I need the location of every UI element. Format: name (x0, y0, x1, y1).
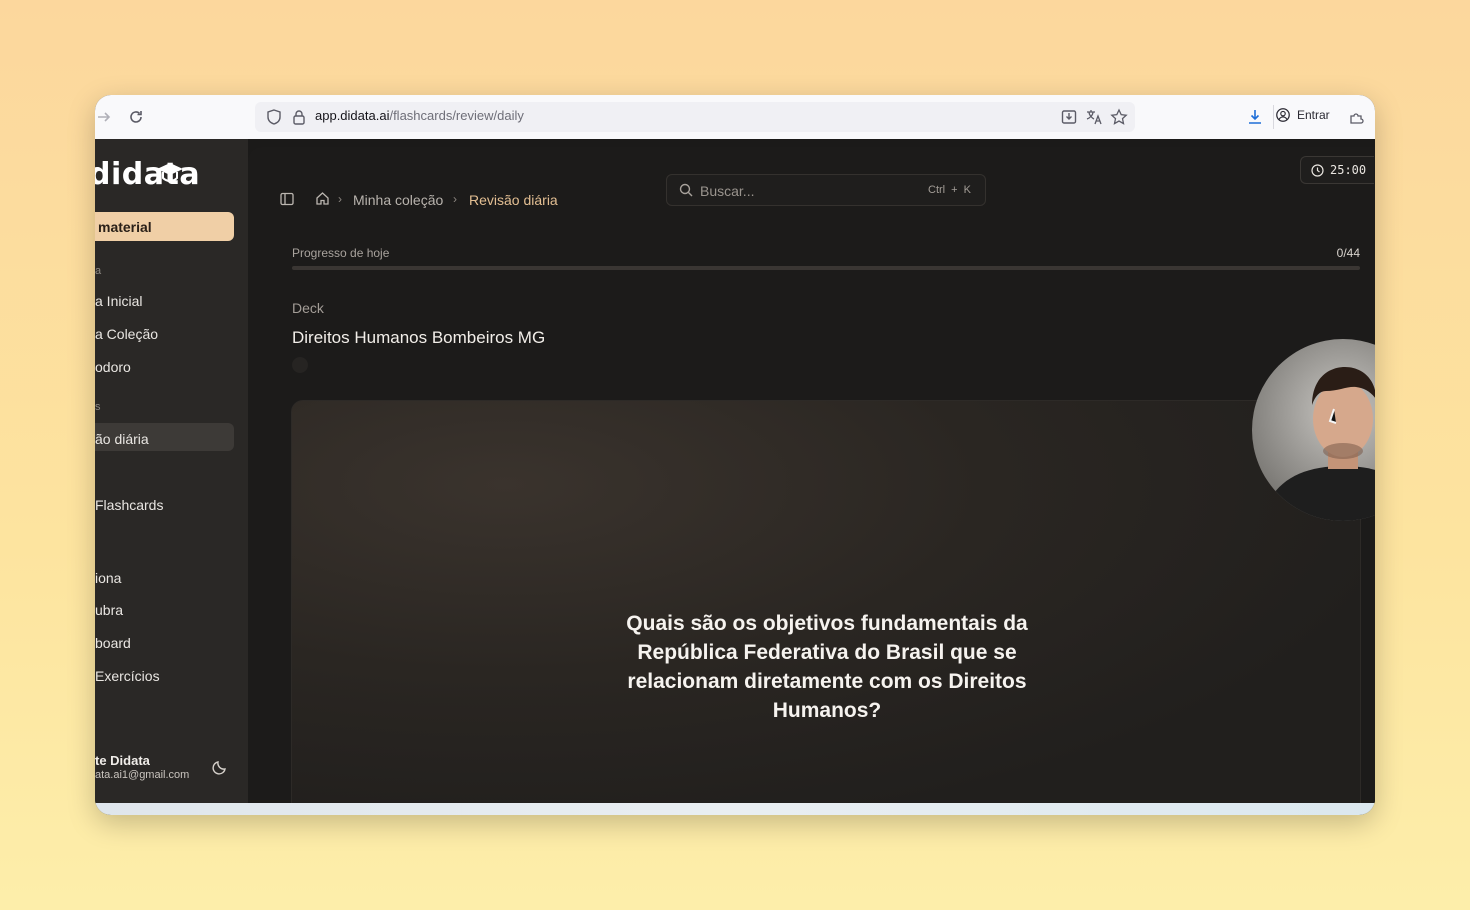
sidebar-item-flashcards[interactable]: Flashcards (95, 497, 163, 513)
sidebar-item-tool-2[interactable]: ubra (95, 602, 123, 618)
breadcrumb-daily-review: Revisão diária (469, 192, 558, 208)
account-icon (1276, 108, 1290, 122)
sidebar-item-pomodoro[interactable]: odoro (95, 359, 131, 375)
url-text[interactable]: app.didata.ai/flashcards/review/daily (315, 108, 524, 123)
forward-icon[interactable] (95, 108, 113, 126)
reload-icon[interactable] (127, 108, 145, 126)
signin-button[interactable]: Entrar (1275, 107, 1330, 123)
new-material-button[interactable]: material (95, 212, 234, 241)
extensions-icon[interactable] (1348, 108, 1366, 126)
timer-value: 25:00 (1330, 163, 1367, 177)
sidebar-item-tool-1[interactable]: iona (95, 570, 121, 586)
taskbar-strip (95, 803, 1375, 815)
flashcard-question: Quais são os objetivos fundamentais da R… (626, 612, 1028, 722)
main-area: › Minha coleção › Revisão diária Buscar.… (248, 139, 1375, 815)
translate-icon[interactable] (1085, 108, 1103, 126)
browser-toolbar: app.didata.ai/flashcards/review/daily En… (95, 95, 1375, 139)
shield-icon[interactable] (265, 108, 283, 126)
breadcrumb-chevron-icon: › (453, 192, 457, 206)
browser-window: app.didata.ai/flashcards/review/daily En… (95, 95, 1375, 815)
breadcrumb-collection[interactable]: Minha coleção (353, 192, 443, 208)
deck-label: Deck (292, 300, 324, 316)
toolbar-separator (1273, 105, 1274, 129)
sidebar-toggle-icon[interactable] (280, 192, 294, 206)
deck-title: Direitos Humanos Bombeiros MG (292, 328, 546, 347)
signin-label: Entrar (1297, 108, 1330, 122)
flashcard[interactable]: Quais são os objetivos fundamentais da R… (291, 400, 1361, 815)
search-icon (679, 183, 693, 197)
sidebar-item-daily-review[interactable]: ão diária (95, 431, 149, 447)
bookmark-star-icon[interactable] (1110, 108, 1128, 126)
downloads-icon[interactable] (1246, 108, 1264, 126)
lock-icon (290, 108, 308, 126)
progress-bar (292, 266, 1360, 270)
sidebar-item-dashboard[interactable]: board (95, 635, 131, 651)
user-name[interactable]: te Didata (95, 753, 150, 768)
clock-icon (1311, 163, 1324, 177)
progress-label: Progresso de hoje (292, 246, 390, 260)
pomodoro-timer[interactable]: 25:00 (1300, 156, 1374, 184)
app-sidebar: didata material a a Inicial a Coleção od… (95, 139, 248, 803)
sidebar-item-home[interactable]: a Inicial (95, 293, 142, 309)
sidebar-section-label: a (95, 265, 102, 277)
search-shortcut: Ctrl + K (928, 184, 971, 196)
deck-status-dot (292, 357, 308, 373)
sidebar-item-collection[interactable]: a Coleção (95, 326, 158, 342)
main-panel: › Minha coleção › Revisão diária Buscar.… (248, 147, 1375, 815)
url-path: /flashcards/review/daily (389, 108, 524, 123)
moon-icon[interactable] (212, 759, 228, 775)
breadcrumb-chevron-icon: › (338, 192, 342, 206)
save-page-icon[interactable] (1060, 108, 1078, 126)
sidebar-item-exercises[interactable]: Exercícios (95, 668, 160, 684)
graduation-cap-icon (157, 163, 183, 183)
home-icon[interactable] (315, 191, 330, 206)
url-host: app.didata.ai (315, 108, 390, 123)
user-email: ata.ai1@gmail.com (95, 769, 190, 781)
search-placeholder: Buscar... (700, 183, 755, 199)
progress-count: 0/44 (1336, 246, 1360, 260)
search-input[interactable]: Buscar... Ctrl + K (666, 174, 986, 206)
sidebar-section-label: s (95, 401, 101, 413)
